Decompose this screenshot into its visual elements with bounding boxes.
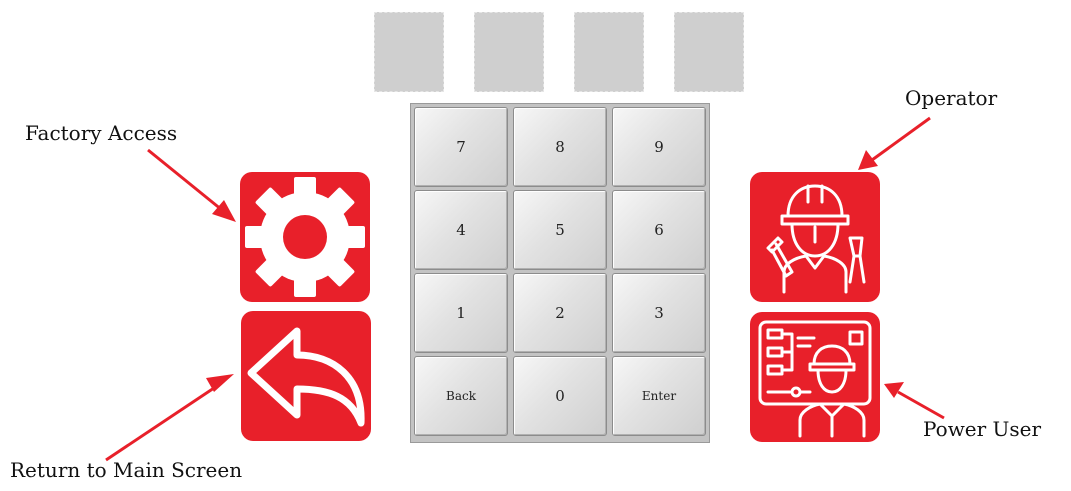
worker-helmet-icon [766, 184, 866, 294]
key-0[interactable]: 0 [513, 356, 607, 436]
key-3[interactable]: 3 [612, 273, 706, 353]
engineer-panel-icon [758, 320, 872, 438]
operator-label: Operator [905, 86, 998, 110]
key-9[interactable]: 9 [612, 107, 706, 187]
pin-slot-1 [374, 12, 444, 92]
key-1[interactable]: 1 [414, 273, 508, 353]
key-7[interactable]: 7 [414, 107, 508, 187]
annotation-arrow-power-user [897, 390, 945, 420]
return-to-main-label: Return to Main Screen [10, 458, 243, 482]
key-4[interactable]: 4 [414, 190, 508, 270]
numeric-keypad: 7 8 9 4 5 6 1 2 3 Back 0 Enter [410, 103, 710, 443]
key-5[interactable]: 5 [513, 190, 607, 270]
annotation-arrow-return-main [105, 382, 221, 462]
annotation-arrow-factory-access [147, 148, 223, 212]
key-8[interactable]: 8 [513, 107, 607, 187]
operator-button[interactable] [750, 172, 880, 302]
annotation-arrow-operator [871, 116, 931, 162]
back-key[interactable]: Back [414, 356, 508, 436]
pin-slot-3 [574, 12, 644, 92]
arrow-head-icon [858, 150, 878, 170]
key-2[interactable]: 2 [513, 273, 607, 353]
pin-slot-2 [474, 12, 544, 92]
gear-icon [245, 177, 365, 297]
enter-key[interactable]: Enter [612, 356, 706, 436]
arrow-head-icon [884, 382, 904, 398]
factory-access-label: Factory Access [25, 121, 178, 145]
arrow-head-icon [212, 200, 236, 222]
power-user-button[interactable] [750, 312, 880, 442]
arrow-head-icon [206, 374, 234, 392]
back-arrow-icon [247, 327, 365, 427]
pin-slot-4 [674, 12, 744, 92]
factory-access-button[interactable] [240, 172, 370, 302]
key-6[interactable]: 6 [612, 190, 706, 270]
return-to-main-button[interactable] [241, 311, 371, 441]
power-user-label: Power User [923, 417, 1042, 441]
